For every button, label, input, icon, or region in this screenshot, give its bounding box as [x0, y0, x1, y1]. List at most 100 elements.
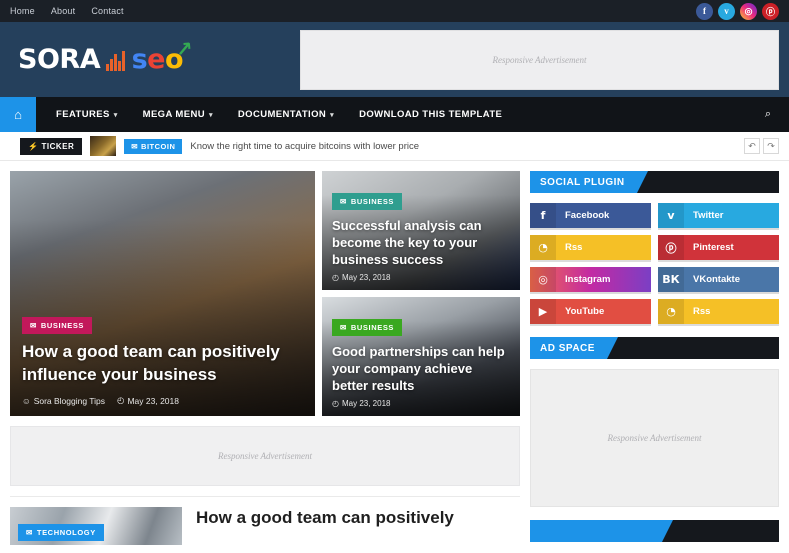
ticker-prev-button[interactable]: ↶	[744, 138, 760, 154]
ticker-category-label: BITCOIN	[141, 141, 176, 151]
nav-label-mega-menu: MEGA MENU	[142, 109, 205, 120]
topnav-item-about[interactable]: About	[51, 6, 76, 16]
rss-icon: ◔	[658, 299, 684, 324]
post-date: ◴ May 23, 2018	[332, 273, 390, 282]
category-badge-label: BUSINESS	[40, 321, 85, 331]
social-button-vkontakte[interactable]: ВК VKontakte	[658, 267, 779, 292]
lightning-icon: ⚡	[28, 141, 39, 151]
widget-title-ad-space: AD SPACE	[530, 337, 618, 359]
vkontakte-icon: ВК	[658, 267, 684, 292]
ticker-headline[interactable]: Know the right time to acquire bitcoins …	[190, 141, 419, 152]
instagram-icon: ◎	[530, 267, 556, 292]
instagram-icon[interactable]: ◎	[740, 2, 757, 20]
nav-label-features: FEATURES	[56, 109, 110, 120]
featured-posts-grid: ✉ BUSINESS How a good team can positivel…	[10, 171, 520, 416]
nav-item-mega-menu[interactable]: MEGA MENU ▾	[143, 109, 213, 120]
social-button-pinterest[interactable]: ⓟ Pinterest	[658, 235, 779, 260]
featured-secondary-2-meta: ◴ May 23, 2018	[332, 399, 510, 408]
featured-secondary-column: ✉ BUSINESS Successful analysis can becom…	[322, 171, 520, 416]
social-button-label: Instagram	[565, 274, 611, 285]
ticker-next-button[interactable]: ↷	[763, 138, 779, 154]
featured-post-secondary-1[interactable]: ✉ BUSINESS Successful analysis can becom…	[322, 171, 520, 290]
folder-icon: ✉	[30, 321, 37, 331]
social-button-label: Rss	[565, 242, 583, 253]
main-navigation: ⌂ FEATURES ▾ MEGA MENU ▾ DOCUMENTATION ▾…	[0, 97, 789, 132]
post-list-item[interactable]: ✉ TECHNOLOGY How a good team can positiv…	[10, 496, 520, 545]
ticker-badge: ⚡ TICKER	[20, 137, 83, 155]
category-badge-business[interactable]: ✉ BUSINESS	[332, 318, 403, 336]
folder-icon: ✉	[340, 322, 347, 332]
post-author: ☺ Sora Blogging Tips	[22, 395, 105, 406]
widget-title-social-plugin: SOCIAL PLUGIN	[530, 171, 648, 193]
post-author-name: Sora Blogging Tips	[33, 395, 106, 406]
rss-icon: ◔	[530, 235, 556, 260]
clock-icon: ◴	[117, 395, 125, 405]
category-badge-label: BUSINESS	[350, 322, 395, 332]
social-button-rss-secondary[interactable]: ◔ Rss	[658, 299, 779, 324]
social-button-facebook[interactable]: f Facebook	[530, 203, 651, 228]
nav-item-list: FEATURES ▾ MEGA MENU ▾ DOCUMENTATION ▾ D…	[36, 97, 502, 132]
nav-item-features[interactable]: FEATURES ▾	[56, 109, 118, 120]
post-date-value: May 23, 2018	[127, 395, 179, 406]
nav-item-download-template[interactable]: DOWNLOAD THIS TEMPLATE	[359, 109, 502, 120]
home-icon[interactable]: ⌂	[0, 97, 36, 132]
youtube-icon: ▶	[530, 299, 556, 324]
featured-secondary-1-title[interactable]: Successful analysis can become the key t…	[332, 217, 510, 268]
clock-icon: ◴	[332, 399, 339, 408]
logo-text-seo: seo ↗	[131, 36, 193, 75]
featured-secondary-2-title[interactable]: Good partnerships can help your company …	[332, 343, 510, 394]
widget-header	[530, 520, 779, 542]
social-button-label: Pinterest	[693, 242, 734, 253]
featured-main-title[interactable]: How a good team can positively influence…	[22, 341, 303, 387]
header-ad-text: Responsive Advertisement	[492, 54, 587, 65]
ticker-category-badge[interactable]: ✉ BITCOIN	[124, 138, 183, 154]
social-button-label: YouTube	[565, 306, 605, 317]
featured-main-caption: ✉ BUSINESS How a good team can positivel…	[22, 315, 303, 406]
top-nav-links: Home About Contact	[10, 6, 124, 16]
topnav-item-home[interactable]: Home	[10, 6, 35, 16]
category-badge-business[interactable]: ✉ BUSINESS	[332, 192, 403, 210]
category-badge-label: TECHNOLOGY	[36, 528, 96, 537]
social-button-instagram[interactable]: ◎ Instagram	[530, 267, 651, 292]
social-button-twitter[interactable]: ᴠ Twitter	[658, 203, 779, 228]
post-title[interactable]: How a good team can positively	[196, 507, 454, 545]
topnav-item-contact[interactable]: Contact	[91, 6, 123, 16]
top-social-icons: f ᴠ ◎ ⓟ	[696, 2, 779, 20]
nav-item-documentation[interactable]: DOCUMENTATION ▾	[238, 109, 334, 120]
top-bar: Home About Contact f ᴠ ◎ ⓟ	[0, 0, 789, 22]
category-badge-technology[interactable]: ✉ TECHNOLOGY	[18, 524, 104, 541]
user-icon: ☺	[22, 395, 31, 406]
bar-chart-icon	[106, 49, 125, 71]
social-button-label: Facebook	[565, 210, 610, 221]
featured-post-main[interactable]: ✉ BUSINESS How a good team can positivel…	[10, 171, 315, 416]
facebook-icon: f	[530, 203, 556, 228]
sidebar: SOCIAL PLUGIN f Facebook ᴠ Twitter ◔ Rss…	[530, 171, 779, 553]
nav-label-download-template: DOWNLOAD THIS TEMPLATE	[359, 109, 503, 120]
category-badge-business[interactable]: ✉ BUSINESS	[22, 317, 93, 335]
widget-ad-space: AD SPACE Responsive Advertisement	[530, 337, 779, 507]
logo-letter-e: e	[147, 44, 165, 75]
widget-header: SOCIAL PLUGIN	[530, 171, 779, 193]
social-button-rss[interactable]: ◔ Rss	[530, 235, 651, 260]
widget-next-section	[530, 520, 779, 542]
social-button-youtube[interactable]: ▶ YouTube	[530, 299, 651, 324]
mid-content-advertisement: Responsive Advertisement	[10, 426, 520, 486]
featured-secondary-1-caption: ✉ BUSINESS Successful analysis can becom…	[332, 191, 510, 282]
pinterest-icon[interactable]: ⓟ	[762, 2, 779, 20]
post-date: ◴ May 23, 2018	[332, 399, 390, 408]
widget-title-next	[530, 520, 673, 542]
social-button-label: Twitter	[693, 210, 724, 221]
post-date: ◴ May 23, 2018	[117, 395, 179, 406]
site-logo[interactable]: SORA seo ↗	[10, 36, 300, 75]
twitter-icon[interactable]: ᴠ	[718, 2, 735, 20]
sidebar-ad-text: Responsive Advertisement	[607, 433, 702, 443]
growth-arrow-icon: ↗	[174, 36, 194, 62]
logo-letter-s: s	[131, 44, 148, 75]
social-buttons-grid: f Facebook ᴠ Twitter ◔ Rss ⓟ Pinterest ◎	[530, 203, 779, 324]
facebook-icon[interactable]: f	[696, 2, 713, 20]
folder-icon: ✉	[131, 141, 139, 151]
category-badge-label: BUSINESS	[350, 196, 395, 206]
search-icon[interactable]: ⌕	[747, 97, 789, 132]
featured-post-secondary-2[interactable]: ✉ BUSINESS Good partnerships can help yo…	[322, 297, 520, 416]
ticker-controls: ↶ ↷	[744, 138, 779, 154]
